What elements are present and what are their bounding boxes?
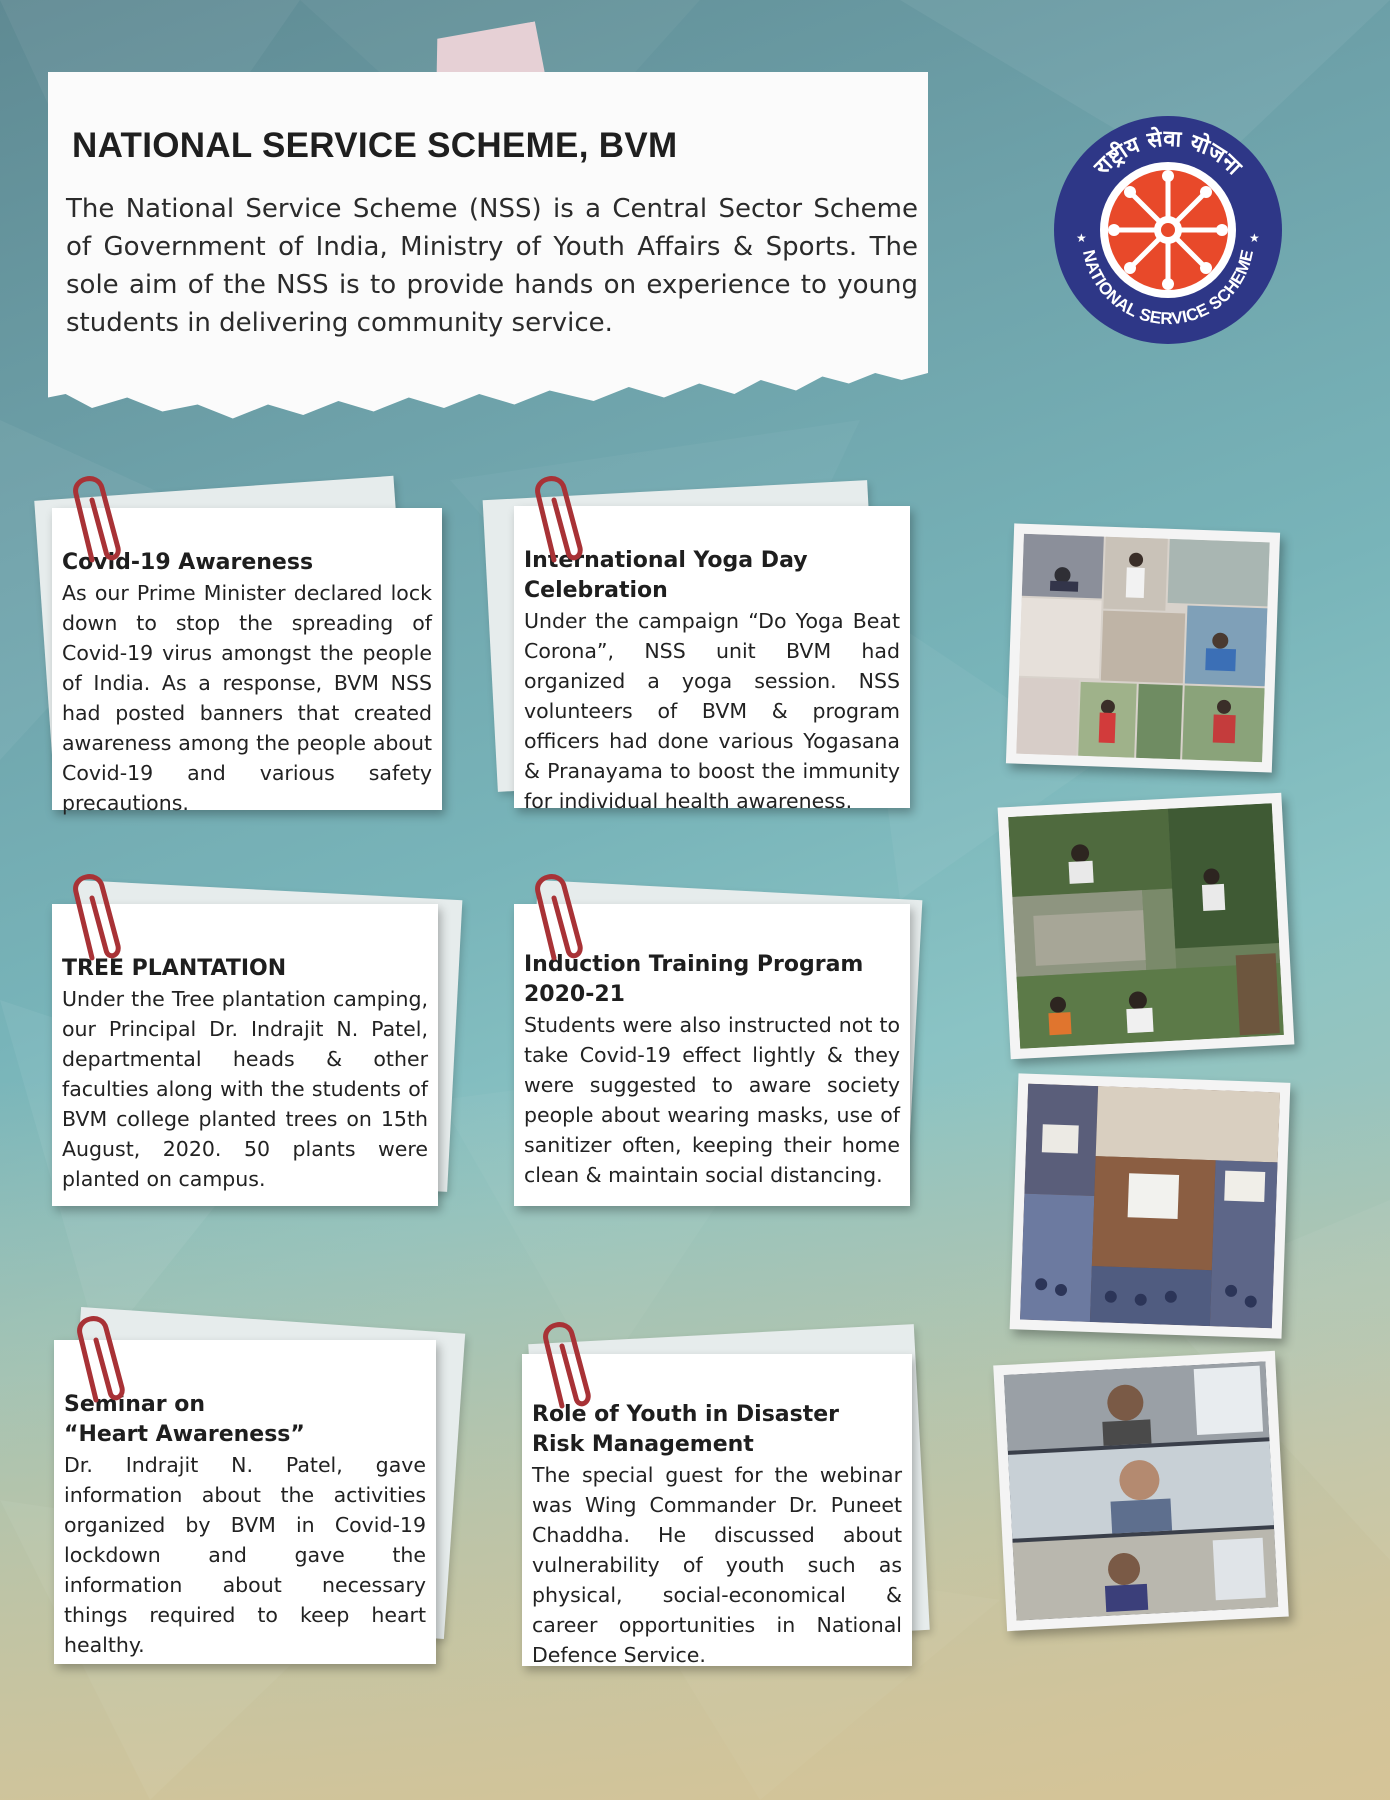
svg-text:★: ★: [1249, 231, 1260, 245]
nss-logo: राष्ट्रीय सेवा योजना NATIONAL SERVICE SC…: [1054, 116, 1282, 344]
photo-image: [1019, 1083, 1281, 1329]
tree-plantation-photo-collage: [997, 792, 1295, 1060]
photo-image: [1008, 803, 1284, 1049]
card-body: Dr. Indrajit N. Patel, gave information …: [64, 1453, 426, 1657]
paperclip-icon: [535, 874, 583, 961]
photo-image: [1003, 1361, 1279, 1621]
card-body: Students were also instructed not to tak…: [524, 1013, 900, 1187]
paperclip-icon: [543, 1322, 591, 1409]
card-body: Under the campaign “Do Yoga Beat Corona”…: [524, 609, 900, 813]
page-description: The National Service Scheme (NSS) is a C…: [66, 194, 918, 338]
card-body: The special guest for the webinar was Wi…: [532, 1463, 902, 1667]
paperclip-icon: [73, 476, 121, 563]
paperclip-icon: [77, 1316, 125, 1403]
card-body: As our Prime Minister declared lock down…: [62, 581, 432, 815]
paperclip-icon: [73, 874, 121, 961]
paperclip-icon: [535, 476, 583, 563]
page-title: NATIONAL SERVICE SCHEME, BVM: [72, 126, 678, 165]
card-body: Under the Tree plantation camping, our P…: [62, 987, 428, 1191]
yoga-day-photo-collage: [1005, 523, 1281, 773]
webinar-screenshot-photo: [993, 1350, 1289, 1632]
photo-image: [1016, 533, 1270, 763]
svg-text:★: ★: [1076, 231, 1087, 245]
induction-program-photo-collage: [1009, 1073, 1291, 1339]
